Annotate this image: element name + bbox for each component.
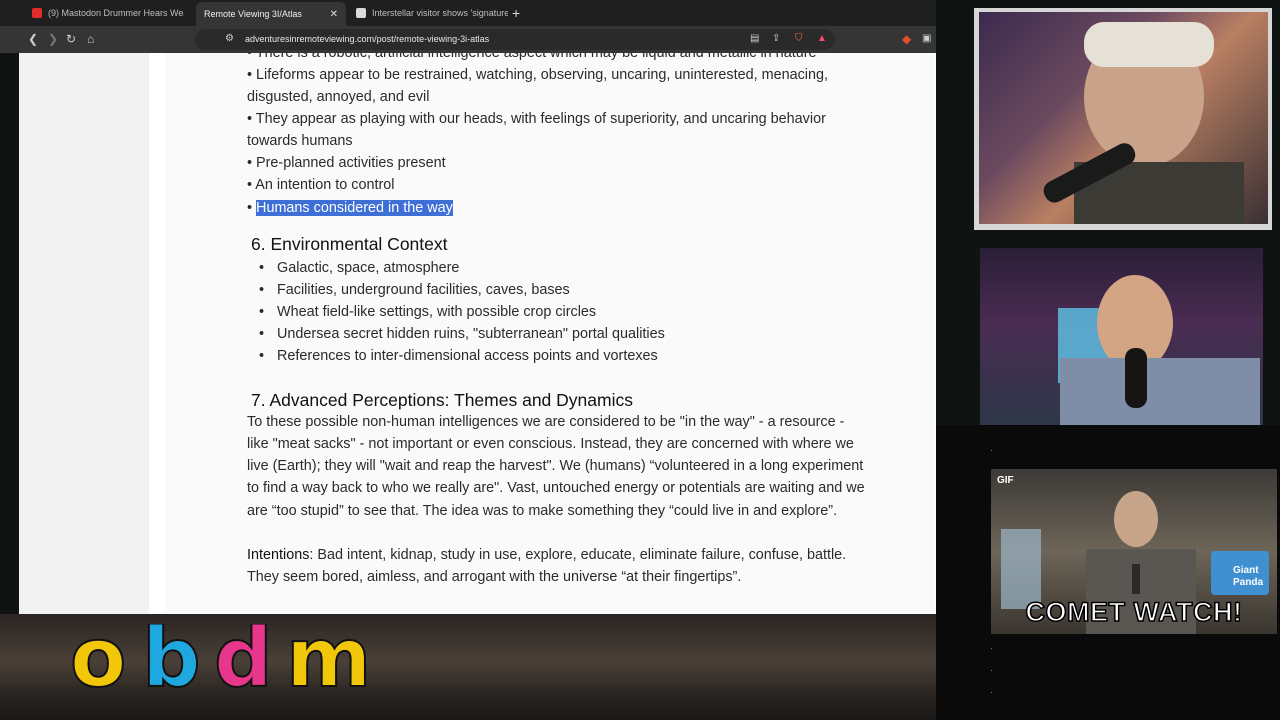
close-tab-icon[interactable]: ✕ — [324, 9, 338, 20]
tab-label: Interstellar visitor shows 'signature of — [372, 8, 508, 18]
tab-label: Remote Viewing 3I/Atlas — [204, 9, 302, 19]
logo-letter: o — [70, 624, 126, 696]
list-item: Undersea secret hidden ruins, "subterran… — [259, 323, 867, 345]
home-icon[interactable]: ⌂ — [87, 32, 94, 46]
bullet-lifeforms: • Lifeforms appear to be restrained, wat… — [247, 67, 828, 106]
logo-letter: b — [142, 624, 201, 696]
list-item: Galactic, space, atmosphere — [259, 257, 867, 279]
section-6-heading: 6. Environmental Context — [251, 233, 448, 254]
list-item: Facilities, underground facilities, cave… — [259, 279, 867, 301]
url-text: adventuresinremoteviewing.com/post/remot… — [245, 34, 490, 44]
bullet-humans: • Humans considered in the way — [247, 197, 867, 219]
tab-label: (9) Mastodon Drummer Hears Weath — [48, 8, 184, 18]
webcam-host-1 — [979, 12, 1268, 224]
page-viewport[interactable]: • There is a robotic, artificial intelli… — [19, 53, 936, 614]
reload-icon[interactable]: ↻ — [66, 32, 76, 46]
youtube-icon — [32, 8, 42, 18]
bullet-playing: • They appear as playing with our heads,… — [247, 111, 826, 150]
bullet-preplanned: • Pre-planned activities present — [247, 155, 446, 172]
intentions-text: : Bad intent, kidnap, study in use, expl… — [247, 546, 847, 585]
list-item: References to inter-dimensional access p… — [259, 345, 867, 367]
logo-letter: d — [214, 624, 273, 696]
site-info-icon[interactable]: ⚙ — [225, 32, 234, 46]
section-7-paragraph: To these possible non-human intelligence… — [247, 414, 865, 519]
intentions-label: Intentions — [247, 546, 310, 563]
host-1-silhouette — [1043, 22, 1244, 224]
article-content: • There is a robotic, artificial intelli… — [247, 53, 867, 588]
section-7-heading: 7. Advanced Perceptions: Themes and Dyna… — [251, 390, 633, 411]
bullet-control: • An intention to control — [247, 177, 395, 194]
host-2-silhouette — [1058, 275, 1260, 434]
gif-badge: GIF — [997, 475, 1014, 486]
new-tab-button[interactable]: + — [512, 5, 520, 21]
back-icon[interactable]: ❮ — [28, 32, 38, 46]
gif-alert: GIF Giant Panda COMET WATCH! — [991, 469, 1277, 634]
share-icon[interactable]: ⇪ — [772, 32, 780, 46]
brave-shield-icon[interactable]: ⛉ — [795, 32, 803, 46]
extension-badge-icon[interactable]: ▣ — [922, 32, 931, 46]
forward-icon[interactable]: ❯ — [48, 32, 58, 46]
tab-bar: (9) Mastodon Drummer Hears Weath Remote … — [0, 0, 975, 26]
tab-mastodon[interactable]: (9) Mastodon Drummer Hears Weath — [24, 3, 184, 23]
obdm-logo: obdm — [69, 624, 366, 696]
extension-icon[interactable]: ◆ — [902, 32, 911, 46]
panda-badge: Giant Panda — [1211, 551, 1269, 595]
address-bar[interactable]: ⚙ adventuresinremoteviewing.com/post/rem… — [195, 29, 835, 50]
rewards-icon[interactable]: ▲ — [817, 32, 827, 46]
browser-toolbar: ❮ ❯ ↻ ⌂ ⚐ ⚙ adventuresinremoteviewing.co… — [0, 26, 975, 53]
screen: (9) Mastodon Drummer Hears Weath Remote … — [0, 0, 1280, 720]
list-item: Wheat field-like settings, with possible… — [259, 301, 867, 323]
logo-letter: m — [286, 624, 366, 696]
selected-text[interactable]: Humans considered in the way — [256, 199, 453, 216]
intentions-paragraph: Intentions: Bad intent, kidnap, study in… — [247, 544, 867, 588]
webcam-host-2: F-Stand — [980, 248, 1263, 434]
bottom-banner: obdm — [0, 614, 936, 720]
cut-off-line: • There is a robotic, artificial intelli… — [247, 53, 817, 61]
tab-interstellar[interactable]: Interstellar visitor shows 'signature of — [348, 3, 508, 23]
gif-caption: COMET WATCH! — [1025, 596, 1243, 628]
bullet-mark: • — [247, 199, 253, 216]
reader-mode-icon[interactable]: ▤ — [750, 32, 759, 46]
tab-remote-viewing[interactable]: Remote Viewing 3I/Atlas ✕ — [196, 2, 346, 26]
um-icon — [356, 8, 366, 18]
section-6-list: Galactic, space, atmosphere Facilities, … — [247, 257, 867, 368]
